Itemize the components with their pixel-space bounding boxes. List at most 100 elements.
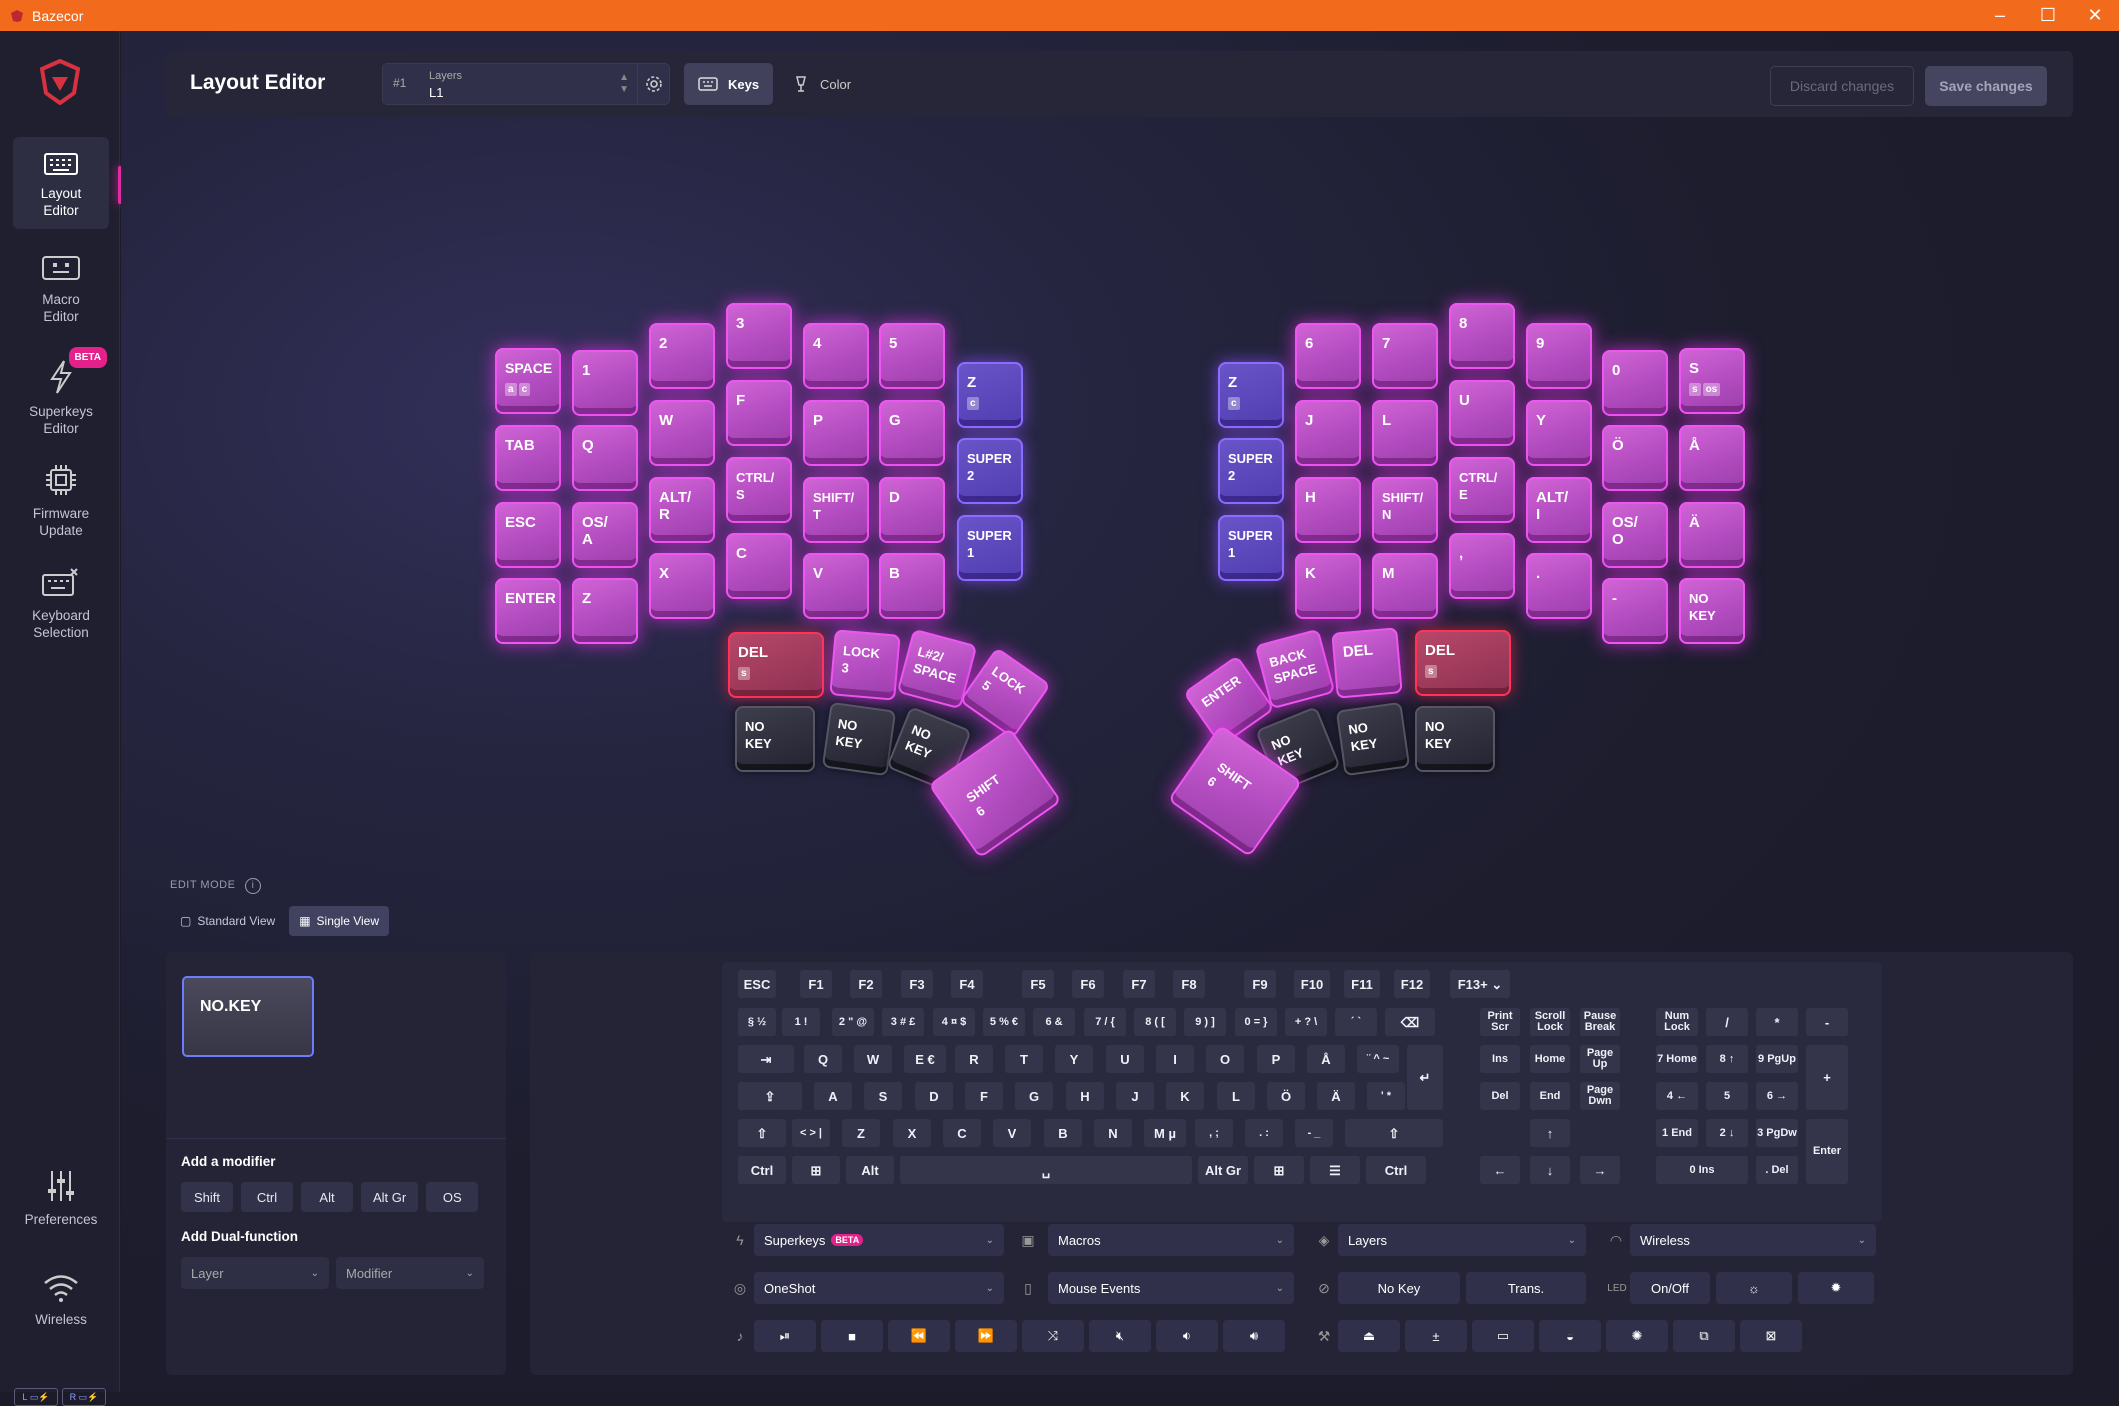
vk-ins[interactable]: Ins [1480,1045,1520,1073]
key-left-thumb-lock3[interactable]: LOCK 3 [829,629,901,701]
vk-numlock[interactable]: Num Lock [1656,1008,1698,1036]
vk-y[interactable]: Y [1055,1045,1093,1073]
vk-m[interactable]: M µ [1144,1119,1186,1147]
key-left-tab[interactable]: TAB [495,425,561,491]
key-left-d[interactable]: D [879,477,945,543]
vk-num-plus[interactable]: + [1806,1045,1848,1110]
vk-num-enter[interactable]: Enter [1806,1119,1848,1184]
vk-rshift-icon[interactable]: ⇧ [1345,1119,1443,1147]
vk-end[interactable]: End [1530,1082,1570,1110]
single-view-button[interactable]: ▦ Single View [289,906,390,936]
key-right-nokey[interactable]: NO KEY [1679,578,1745,644]
key-right-os-o[interactable]: OS/ O [1602,502,1668,568]
key-right-9[interactable]: 9 [1526,323,1592,389]
key-left-5[interactable]: 5 [879,323,945,389]
vk-d[interactable]: D [915,1082,953,1110]
vk-pausebreak[interactable]: Pause Break [1580,1008,1620,1036]
vk-a-ring[interactable]: Å [1307,1045,1345,1073]
eject-icon[interactable]: ⏏ [1338,1320,1400,1352]
vk-x[interactable]: X [893,1119,931,1147]
key-right-super2[interactable]: SUPER 2 [1218,438,1284,504]
vk-pageup[interactable]: Page Up [1580,1045,1620,1073]
stop-icon[interactable]: ■ [821,1320,883,1352]
modifier-shift-button[interactable]: Shift [181,1182,233,1212]
screen-off-icon[interactable]: ⊠ [1740,1320,1802,1352]
vk-num8[interactable]: 8 ↑ [1706,1045,1748,1073]
save-changes-button[interactable]: Save changes [1925,66,2047,106]
shuffle-icon[interactable]: ⤨ [1022,1320,1084,1352]
key-right-l[interactable]: L [1372,400,1438,466]
vk-comma[interactable]: , ; [1195,1119,1233,1147]
key-right-minus[interactable]: - [1602,578,1668,644]
key-left-os-a[interactable]: OS/ A [572,502,638,568]
key-left-space[interactable]: SPACE a c [495,348,561,414]
vk-num4[interactable]: 4 ← [1656,1082,1698,1110]
key-right-s[interactable]: Ss os [1679,348,1745,414]
vk-l[interactable]: L [1217,1082,1255,1110]
vk-lshift-icon[interactable]: ⇧ [738,1119,786,1147]
key-left-3[interactable]: 3 [726,303,792,369]
key-left-z-blue[interactable]: Zc [957,362,1023,428]
vk-diaeresis[interactable]: ¨ ^ ~ [1357,1045,1399,1073]
vk-3[interactable]: 3 # £ [882,1008,924,1036]
sidebar-item-layout-editor[interactable]: Layout Editor [13,137,109,229]
vk-lalt[interactable]: Alt [846,1156,894,1184]
sun-low-icon[interactable]: ◒ [1539,1320,1601,1352]
key-left-g[interactable]: G [879,400,945,466]
sidebar-item-firmware-update[interactable]: Firmware Update [13,449,109,541]
vk-f4[interactable]: F4 [951,970,983,998]
vk-period[interactable]: . : [1245,1119,1283,1147]
brightness-down-icon[interactable]: ☼ [1716,1272,1792,1304]
key-left-f[interactable]: F [726,380,792,446]
key-left-2[interactable]: 2 [649,323,715,389]
key-left-p[interactable]: P [803,400,869,466]
vk-f7[interactable]: F7 [1123,970,1155,998]
stepper-icon[interactable]: ▲ ▼ [619,72,629,96]
key-left-v[interactable]: V [803,553,869,619]
key-left-super1[interactable]: SUPER 1 [957,515,1023,581]
key-left-thumb-del[interactable]: DEL s [728,632,824,698]
vk-arrow-left-icon[interactable]: ← [1480,1156,1520,1184]
volume-up-icon[interactable]: 🔊︎ [1223,1320,1285,1352]
modifier-os-button[interactable]: OS [426,1182,479,1212]
vk-q[interactable]: Q [804,1045,842,1073]
key-left-x[interactable]: X [649,553,715,619]
key-right-h[interactable]: H [1295,477,1361,543]
vk-t[interactable]: T [1005,1045,1043,1073]
key-left-esc[interactable]: ESC [495,502,561,568]
key-right-a-ring[interactable]: Å [1679,425,1745,491]
vk-minus[interactable]: - _ [1295,1119,1333,1147]
key-right-thumb-del[interactable]: DEL [1331,627,1403,699]
vk-s[interactable]: S [864,1082,902,1110]
wireless-select[interactable]: Wireless ⌄ [1630,1224,1876,1256]
vk-f13-dropdown[interactable]: F13+ ⌄ [1450,970,1510,998]
key-left-enter[interactable]: ENTER [495,578,561,644]
vk-scrolllock[interactable]: Scroll Lock [1530,1008,1570,1036]
vk-2[interactable]: 2 " @ [832,1008,874,1036]
vk-c[interactable]: C [943,1119,981,1147]
vk-a[interactable]: A [814,1082,852,1110]
sidebar-item-superkeys-editor[interactable]: Superkeys Editor BETA [13,345,109,437]
vk-9[interactable]: 9 ) ] [1184,1008,1226,1036]
key-left-c[interactable]: C [726,533,792,599]
vk-f5[interactable]: F5 [1022,970,1054,998]
key-left-w[interactable]: W [649,400,715,466]
modifier-ctrl-button[interactable]: Ctrl [241,1182,293,1212]
vk-f10[interactable]: F10 [1294,970,1330,998]
vk-o-umlaut[interactable]: Ö [1267,1082,1305,1110]
vk-angle[interactable]: < > | [792,1119,830,1147]
vk-num7[interactable]: 7 Home [1656,1045,1698,1073]
key-right-thumb-nokey2[interactable]: NO KEY [1335,701,1411,777]
sidebar-item-macro-editor[interactable]: Macro Editor [13,241,109,333]
vk-del[interactable]: Del [1480,1082,1520,1110]
no-key-button[interactable]: No Key [1338,1272,1460,1304]
dual-layer-select[interactable]: Layer ⌄ [181,1257,329,1289]
vk-lctrl[interactable]: Ctrl [738,1156,786,1184]
key-right-y[interactable]: Y [1526,400,1592,466]
oneshot-select[interactable]: OneShot ⌄ [754,1272,1004,1304]
key-left-alt-r[interactable]: ALT/ R [649,477,715,543]
key-left-q[interactable]: Q [572,425,638,491]
vk-num9[interactable]: 9 PgUp [1756,1045,1798,1073]
vk-f11[interactable]: F11 [1344,970,1380,998]
led-onoff-button[interactable]: On/Off [1630,1272,1710,1304]
